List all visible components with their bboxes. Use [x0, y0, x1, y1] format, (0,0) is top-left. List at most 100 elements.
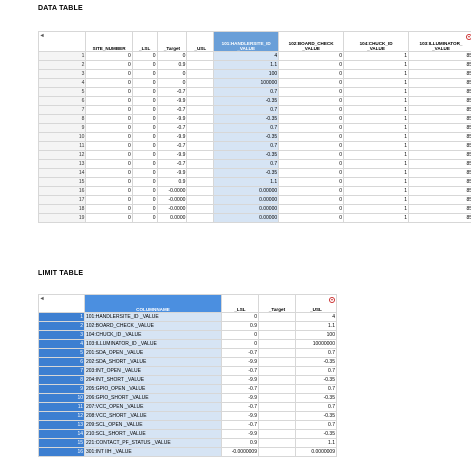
table-cell[interactable]: 0 [131, 141, 158, 151]
table-cell[interactable]: 0 [278, 123, 345, 133]
column-header[interactable]: _Target [258, 294, 296, 313]
table-row[interactable]: 1 101:HANDLERSITE_ID _VALUE 0 4 [38, 312, 337, 322]
table-cell[interactable]: 85 [408, 168, 471, 178]
table-cell[interactable]: 0 [278, 150, 345, 160]
table-cell[interactable]: 85 [408, 141, 471, 151]
row-number[interactable]: 18 [37, 204, 87, 214]
table-cell[interactable] [186, 204, 215, 214]
table-cell[interactable]: 85 [408, 69, 471, 79]
table-cell[interactable]: 0 [131, 168, 158, 178]
column-header[interactable]: 102:BOARD_CHECK _VALUE [278, 31, 345, 52]
table-row[interactable]: 700-0.70.70185 [37, 105, 471, 115]
table-cell[interactable]: 0 [131, 96, 158, 106]
table-cell[interactable]: -0.35 [295, 357, 337, 367]
table-cell[interactable] [258, 402, 296, 412]
table-row[interactable]: 1200-9.9-0.350185 [37, 150, 471, 160]
table-cell[interactable]: 85 [408, 114, 471, 124]
table-cell[interactable] [186, 177, 215, 187]
table-cell[interactable] [186, 195, 215, 205]
column-name-cell[interactable]: 101:HANDLERSITE_ID _VALUE [84, 312, 222, 322]
column-name-cell[interactable]: 103:ILLUMINATOR_ID _VALUE [84, 339, 222, 349]
table-cell[interactable]: 1 [343, 177, 410, 187]
row-number[interactable]: 11 [38, 402, 85, 412]
table-cell[interactable]: 0 [131, 123, 158, 133]
table-cell[interactable]: 0 [278, 60, 345, 70]
table-cell[interactable]: 85 [408, 186, 471, 196]
table-row[interactable]: 1700-0.00000.000000185 [37, 195, 471, 205]
table-row[interactable]: 900-0.70.70185 [37, 123, 471, 133]
table-row[interactable]: 800-9.9-0.350185 [37, 114, 471, 124]
table-cell[interactable]: 0 [278, 141, 345, 151]
row-number[interactable]: 17 [37, 195, 87, 205]
table-cell[interactable]: 0.00000 [213, 195, 280, 205]
table-cell[interactable]: 1 [343, 132, 410, 142]
table-cell[interactable] [258, 312, 296, 322]
table-row[interactable]: 13 209:SCL_OPEN _VALUE -0.7 0.7 [38, 420, 337, 430]
table-cell[interactable]: 0 [85, 105, 133, 115]
table-cell[interactable]: -0.35 [213, 150, 280, 160]
table-cell[interactable] [258, 393, 296, 403]
table-cell[interactable] [258, 411, 296, 421]
table-cell[interactable]: 85 [408, 204, 471, 214]
table-cell[interactable]: 1.1 [213, 60, 280, 70]
table-row[interactable]: 1800-0.00000.000000185 [37, 204, 471, 214]
table-cell[interactable]: 0.9 [156, 177, 188, 187]
table-cell[interactable]: -9.9 [221, 411, 259, 421]
table-cell[interactable]: 1 [343, 186, 410, 196]
table-cell[interactable]: 0 [85, 114, 133, 124]
table-cell[interactable] [186, 186, 215, 196]
table-cell[interactable]: 0 [278, 87, 345, 97]
table-corner[interactable]: ◂ [37, 31, 471, 52]
table-cell[interactable] [186, 87, 215, 97]
row-number[interactable]: 11 [37, 141, 87, 151]
table-cell[interactable]: 0.7 [213, 105, 280, 115]
table-cell[interactable]: -9.9 [156, 132, 188, 142]
table-row[interactable]: 8 204:INT_SHORT _VALUE -9.9 -0.35 [38, 375, 337, 385]
table-cell[interactable]: 1 [343, 159, 410, 169]
table-cell[interactable]: -0.0000009 [221, 447, 259, 457]
table-cell[interactable]: 0 [221, 339, 259, 349]
table-cell[interactable]: 0 [85, 168, 133, 178]
row-number[interactable]: 2 [37, 60, 87, 70]
table-cell[interactable] [186, 141, 215, 151]
table-cell[interactable] [186, 51, 215, 61]
table-row[interactable]: 1600-0.00000.000000185 [37, 186, 471, 196]
row-number[interactable]: 1 [37, 51, 87, 61]
table-cell[interactable]: -0.35 [213, 96, 280, 106]
table-cell[interactable] [258, 375, 296, 385]
table-cell[interactable] [186, 69, 215, 79]
table-cell[interactable]: 85 [408, 150, 471, 160]
table-row[interactable]: 40001000000185 [37, 78, 471, 88]
table-cell[interactable]: -9.9 [156, 168, 188, 178]
table-cell[interactable]: 1 [343, 123, 410, 133]
table-cell[interactable]: 0 [278, 51, 345, 61]
table-cell[interactable]: 0 [278, 195, 345, 205]
table-cell[interactable]: 1 [343, 87, 410, 97]
table-cell[interactable]: 85 [408, 78, 471, 88]
chevron-left-icon[interactable]: ◂ [41, 296, 44, 302]
column-name-cell[interactable]: 221:CONTACT_PF_STATUS _VALUE [84, 438, 222, 448]
table-cell[interactable]: 85 [408, 51, 471, 61]
table-cell[interactable]: 0 [131, 60, 158, 70]
table-cell[interactable]: -0.35 [295, 411, 337, 421]
table-cell[interactable]: -0.35 [213, 114, 280, 124]
table-row[interactable]: 12 208:VCC_SHORT _VALUE -9.9 -0.35 [38, 411, 337, 421]
table-cell[interactable]: 0 [131, 78, 158, 88]
row-number[interactable]: 9 [38, 384, 85, 394]
table-cell[interactable] [258, 447, 296, 457]
table-cell[interactable]: -0.7 [221, 366, 259, 376]
row-number[interactable]: 1 [38, 312, 85, 322]
column-name-cell[interactable]: 207:VCC_OPEN _VALUE [84, 402, 222, 412]
row-number[interactable]: 10 [38, 393, 85, 403]
table-cell[interactable]: -0.7 [156, 87, 188, 97]
table-cell[interactable]: 0 [131, 195, 158, 205]
column-name-cell[interactable]: 104:CHUCK_ID _VALUE [84, 330, 222, 340]
table-cell[interactable]: 0 [131, 159, 158, 169]
table-cell[interactable] [258, 420, 296, 430]
table-cell[interactable]: 0.7 [295, 402, 337, 412]
table-row[interactable]: 15 221:CONTACT_PF_STATUS _VALUE 0.9 1.1 [38, 438, 337, 448]
table-cell[interactable]: 0.00000 [213, 186, 280, 196]
table-cell[interactable]: -0.7 [156, 105, 188, 115]
table-cell[interactable]: 1 [343, 213, 410, 223]
row-number[interactable]: 16 [37, 186, 87, 196]
